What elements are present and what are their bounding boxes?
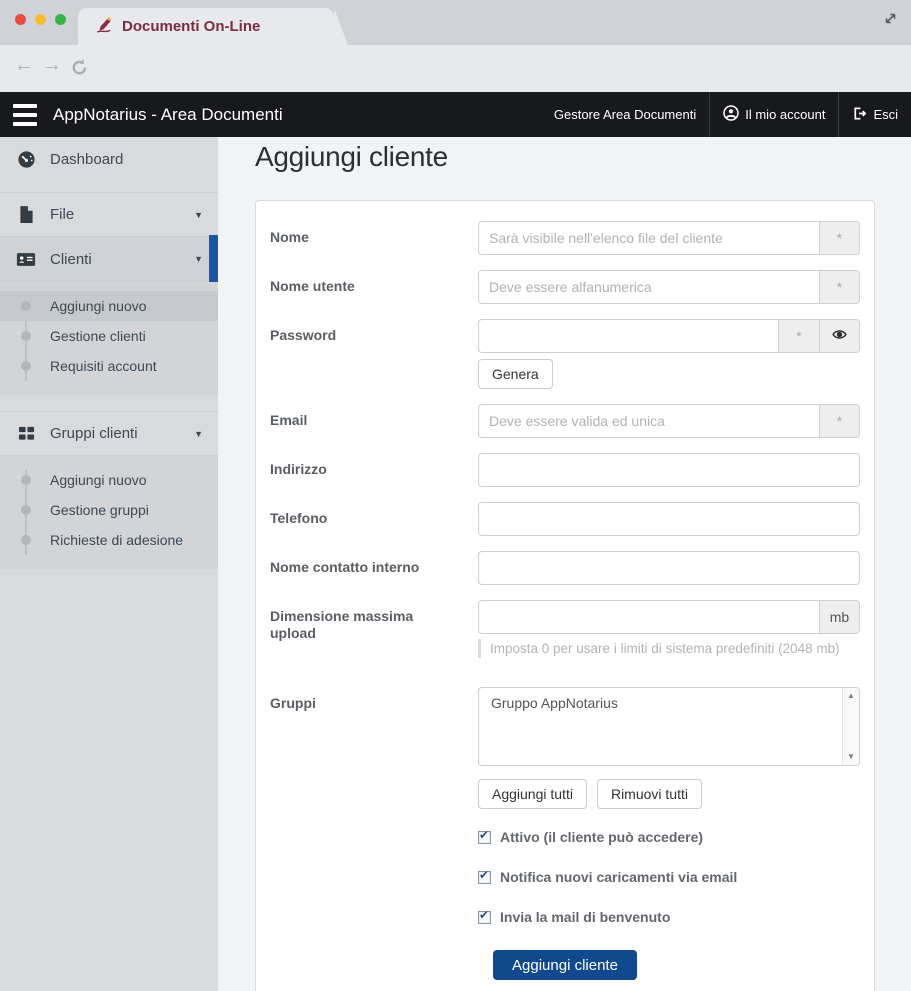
required-asterisk: * <box>819 221 860 255</box>
favicon-pen-icon <box>94 15 113 39</box>
sidebar: Dashboard File ▼ Clienti ▼ Aggiungi nuov… <box>0 137 218 991</box>
required-asterisk: * <box>778 319 819 353</box>
notifica-checkbox-label: Notifica nuovi caricamenti via email <box>500 869 737 885</box>
indirizzo-input[interactable] <box>478 453 860 487</box>
tachometer-icon <box>15 150 37 169</box>
attivo-checkbox[interactable] <box>478 831 491 844</box>
sidebar-item-gruppi-clienti[interactable]: Gruppi clienti ▼ <box>0 411 218 456</box>
form-row-nome: Nome * <box>270 221 860 255</box>
checkbox-row-benvenuto: Invia la mail di benvenuto <box>478 910 860 924</box>
forward-icon[interactable]: → <box>42 54 62 77</box>
chevron-down-icon: ▼ <box>194 429 203 439</box>
password-input[interactable] <box>478 319 778 353</box>
checkbox-row-attivo: Attivo (il cliente può accedere) <box>478 830 860 844</box>
add-client-form-card: Nome * Nome utente * Password <box>255 200 875 991</box>
upload-label: Dimensione massima upload <box>270 600 478 658</box>
add-all-groups-button[interactable]: Aggiungi tutti <box>478 779 587 809</box>
nome-utente-label: Nome utente <box>270 270 478 304</box>
scroll-up-icon[interactable]: ▲ <box>847 692 855 700</box>
submit-add-client-button[interactable]: Aggiungi cliente <box>493 950 637 980</box>
tab-title: Documenti On-Line <box>122 18 260 35</box>
password-label: Password <box>270 319 478 389</box>
browser-tab[interactable]: Documenti On-Line <box>78 8 334 45</box>
contatto-label: Nome contatto interno <box>270 551 478 585</box>
chevron-down-icon: ▼ <box>194 254 203 264</box>
telefono-label: Telefono <box>270 502 478 536</box>
upload-size-input[interactable] <box>478 600 819 634</box>
sidebar-item-file[interactable]: File ▼ <box>0 192 218 237</box>
sidebar-item-gestione-clienti[interactable]: Gestione clienti <box>0 321 218 351</box>
form-row-password: Password * Genera <box>270 319 860 389</box>
attivo-checkbox-label: Attivo (il cliente può accedere) <box>500 829 703 845</box>
sidebar-item-gestione-gruppi[interactable]: Gestione gruppi <box>0 495 218 525</box>
app-navbar: AppNotarius - Area Documenti Gestore Are… <box>0 92 911 137</box>
page-title: Aggiungi cliente <box>255 141 448 173</box>
sign-out-icon <box>852 106 867 124</box>
chevron-down-icon: ▼ <box>194 210 203 220</box>
navbar-role-label: Gestore Area Documenti <box>541 92 709 137</box>
checkbox-row-notifica: Notifica nuovi caricamenti via email <box>478 870 860 884</box>
nome-input[interactable] <box>478 221 819 255</box>
required-asterisk: * <box>819 270 860 304</box>
form-row-contatto: Nome contatto interno <box>270 551 860 585</box>
form-row-nome-utente: Nome utente * <box>270 270 860 304</box>
id-card-icon <box>15 251 37 268</box>
sidebar-submenu-clienti: Aggiungi nuovo Gestione clienti Requisit… <box>0 282 218 395</box>
browser-titlebar: Documenti On-Line <box>0 0 911 45</box>
generate-password-button[interactable]: Genera <box>478 359 553 389</box>
form-row-telefono: Telefono <box>270 502 860 536</box>
sidebar-item-richieste-adesione[interactable]: Richieste di adesione <box>0 525 218 555</box>
app-title: AppNotarius - Area Documenti <box>53 105 283 125</box>
sidebar-submenu-gruppi: Aggiungi nuovo Gestione gruppi Richieste… <box>0 456 218 569</box>
nome-utente-input[interactable] <box>478 270 819 304</box>
my-account-link[interactable]: Il mio account <box>710 92 838 137</box>
mb-unit-addon: mb <box>819 600 860 634</box>
fullscreen-icon[interactable] <box>882 10 899 32</box>
minimize-window-button[interactable] <box>35 14 46 25</box>
required-asterisk: * <box>819 404 860 438</box>
window-controls <box>15 14 66 25</box>
gruppi-option[interactable]: Gruppo AppNotarius <box>479 688 859 718</box>
file-icon <box>15 205 37 224</box>
user-circle-icon <box>723 105 739 124</box>
show-password-button[interactable] <box>819 319 860 353</box>
listbox-scrollbar[interactable]: ▲ ▼ <box>842 688 859 765</box>
browser-toolbar: ← → https://AppNotarius.it ★ <box>0 45 911 92</box>
gruppi-label: Gruppi <box>270 687 478 809</box>
zoom-window-button[interactable] <box>55 14 66 25</box>
email-label: Email <box>270 404 478 438</box>
grid-icon <box>15 425 37 442</box>
eye-icon <box>832 327 847 345</box>
scroll-down-icon[interactable]: ▼ <box>847 753 855 761</box>
email-input[interactable] <box>478 404 819 438</box>
sidebar-item-aggiungi-nuovo-cliente[interactable]: Aggiungi nuovo <box>0 291 218 321</box>
back-icon[interactable]: ← <box>14 54 34 77</box>
sidebar-item-dashboard[interactable]: Dashboard <box>0 137 218 182</box>
gruppi-listbox[interactable]: Gruppo AppNotarius ▲ ▼ <box>478 687 860 766</box>
benvenuto-checkbox[interactable] <box>478 911 491 924</box>
sidebar-item-aggiungi-nuovo-gruppo[interactable]: Aggiungi nuovo <box>0 465 218 495</box>
sidebar-item-clienti[interactable]: Clienti ▼ <box>0 237 218 282</box>
logout-link[interactable]: Esci <box>839 92 911 137</box>
telefono-input[interactable] <box>478 502 860 536</box>
indirizzo-label: Indirizzo <box>270 453 478 487</box>
form-row-upload: Dimensione massima upload mb Imposta 0 p… <box>270 600 860 658</box>
close-window-button[interactable] <box>15 14 26 25</box>
benvenuto-checkbox-label: Invia la mail di benvenuto <box>500 909 670 925</box>
sidebar-toggle-icon[interactable] <box>9 100 41 130</box>
notifica-checkbox[interactable] <box>478 871 491 884</box>
nome-label: Nome <box>270 221 478 255</box>
contatto-input[interactable] <box>478 551 860 585</box>
form-row-gruppi: Gruppi Gruppo AppNotarius ▲ ▼ Aggiungi t… <box>270 687 860 809</box>
form-row-email: Email * <box>270 404 860 438</box>
reload-icon[interactable] <box>70 58 89 82</box>
sidebar-item-requisiti-account[interactable]: Requisiti account <box>0 351 218 381</box>
upload-help-text: Imposta 0 per usare i limiti di sistema … <box>478 639 860 658</box>
remove-all-groups-button[interactable]: Rimuovi tutti <box>597 779 702 809</box>
main-content: Aggiungi cliente Nome * Nome utente * Pa… <box>218 137 911 991</box>
form-row-indirizzo: Indirizzo <box>270 453 860 487</box>
